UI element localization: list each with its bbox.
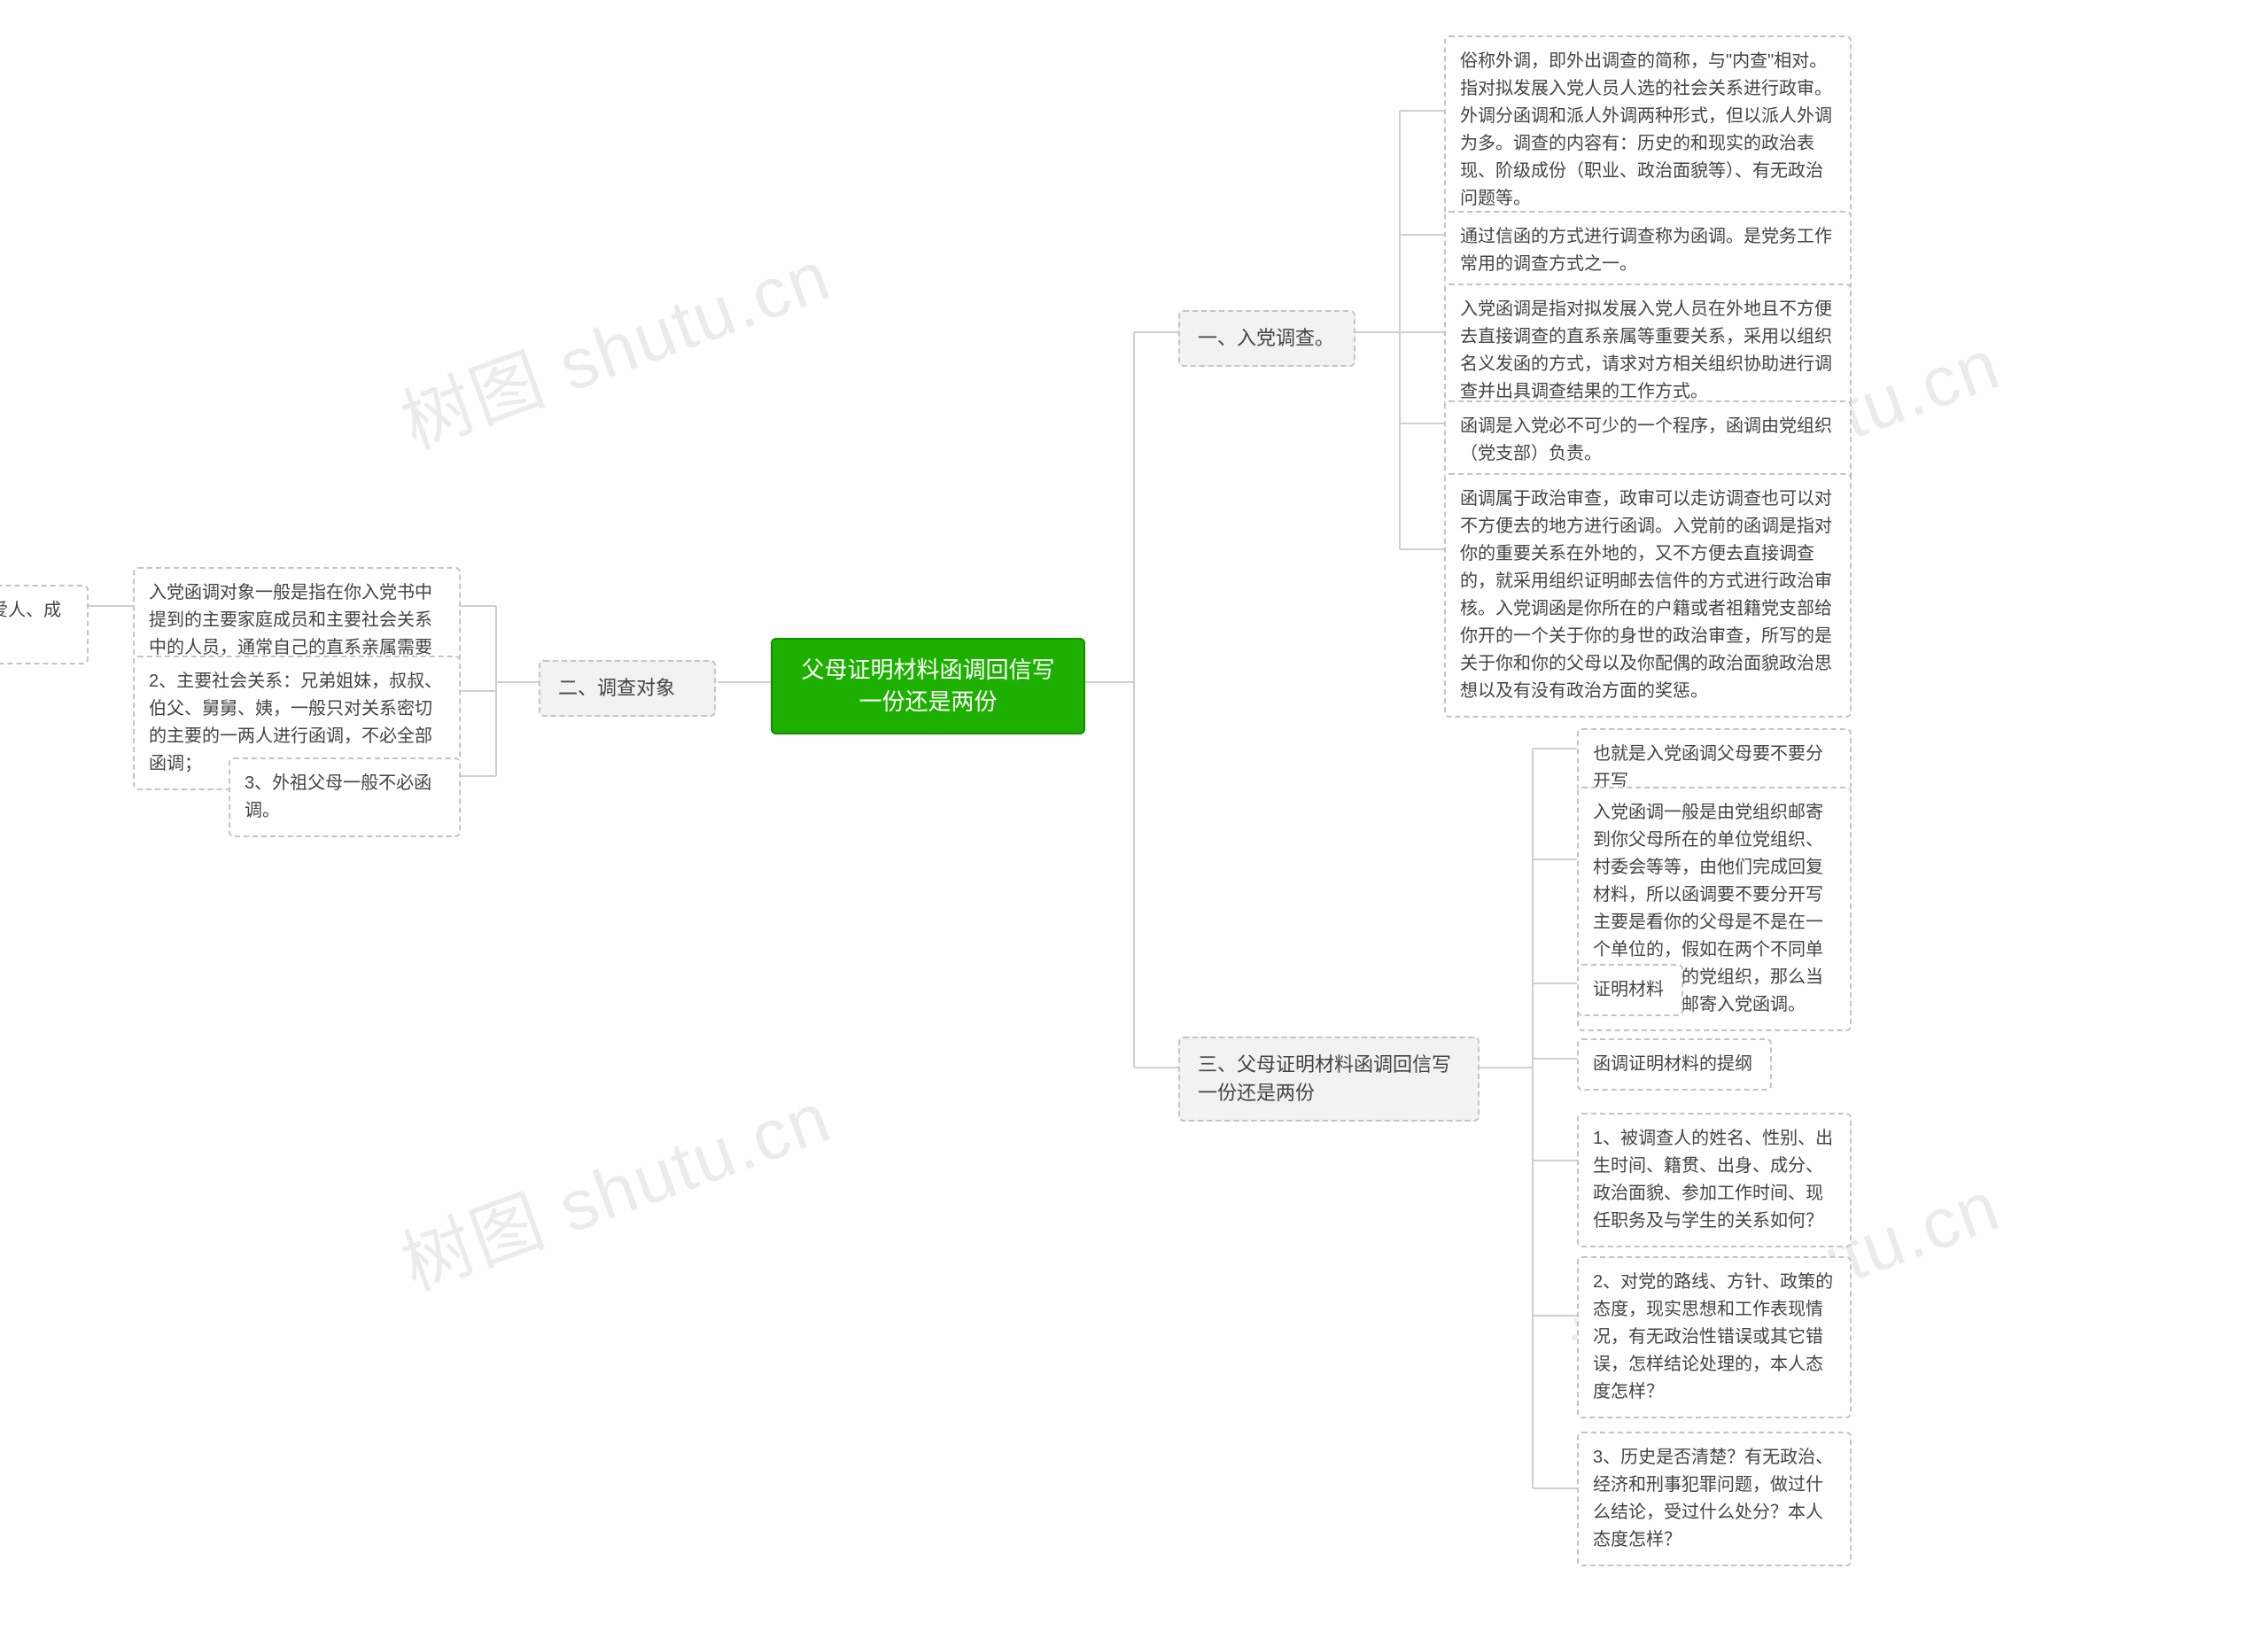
branch-1-leaf-4-text: 函调属于政治审查，政审可以走访调查也可以对不方便去的地方进行函调。入党前的函调是… — [1460, 489, 1832, 701]
branch-1-leaf-0-text: 俗称外调，即外出调查的简称，与"内查"相对。指对拟发展入党人员人选的社会关系进行… — [1460, 51, 1832, 208]
branch-3-leaf-4: 1、被调查人的姓名、性别、出生时间、籍贯、出身、成分、政治面貌、参加工作时间、现… — [1577, 1113, 1852, 1247]
branch-3-leaf-6-text: 3、历史是否清楚？有无政治、经济和刑事犯罪问题，做过什么结论，受过什么处分？本人… — [1593, 1448, 1833, 1549]
branch-1-leaf-2: 入党函调是指对拟发展入党人员在外地且不方便去直接调查的直系亲属等重要关系，采用以… — [1444, 283, 1852, 418]
branch-3-leaf-0-text: 也就是入党函调父母要不要分开写 — [1593, 744, 1823, 791]
branch-3-title: 三、父母证明材料函调回信写一份还是两份 — [1198, 1053, 1451, 1104]
branch-3-leaf-4-text: 1、被调查人的姓名、性别、出生时间、籍贯、出身、成分、政治面貌、参加工作时间、现… — [1593, 1129, 1833, 1231]
branch-1-leaf-1-text: 通过信函的方式进行调查称为函调。是党务工作常用的调查方式之一。 — [1460, 227, 1832, 274]
branch-3: 三、父母证明材料函调回信写一份还是两份 — [1178, 1037, 1480, 1122]
branch-1-leaf-1: 通过信函的方式进行调查称为函调。是党务工作常用的调查方式之一。 — [1444, 211, 1852, 291]
branch-1-leaf-3-text: 函调是入党必不可少的一个程序，函调由党组织（党支部）负责。 — [1460, 416, 1832, 463]
branch-1-title: 一、入党调查。 — [1198, 327, 1334, 349]
branch-2-subleaf: 1、家庭成员：包括父母、爱人、成年子女； — [0, 585, 89, 664]
branch-1-leaf-3: 函调是入党必不可少的一个程序，函调由党组织（党支部）负责。 — [1444, 400, 1852, 480]
branch-3-leaf-6: 3、历史是否清楚？有无政治、经济和刑事犯罪问题，做过什么结论，受过什么处分？本人… — [1577, 1432, 1852, 1566]
center-topic-text: 父母证明材料函调回信写一份还是两份 — [801, 656, 1054, 715]
branch-2-leaf-2: 3、外祖父母一般不必函调。 — [229, 757, 461, 837]
branch-2-subleaf-text: 1、家庭成员：包括父母、爱人、成年子女； — [0, 601, 61, 648]
branch-3-leaf-2-text: 证明材料 — [1593, 980, 1664, 999]
branch-1-leaf-0: 俗称外调，即外出调查的简称，与"内查"相对。指对拟发展入党人员人选的社会关系进行… — [1444, 35, 1852, 225]
branch-3-leaf-3: 函调证明材料的提纲 — [1577, 1038, 1772, 1091]
branch-3-leaf-5-text: 2、对党的路线、方针、政策的态度，现实思想和工作表现情况，有无政治性错误或其它错… — [1593, 1272, 1833, 1402]
branch-1-leaf-4: 函调属于政治审查，政审可以走访调查也可以对不方便去的地方进行函调。入党前的函调是… — [1444, 473, 1852, 718]
branch-3-leaf-5: 2、对党的路线、方针、政策的态度，现实思想和工作表现情况，有无政治性错误或其它错… — [1577, 1256, 1852, 1418]
branch-1-leaf-2-text: 入党函调是指对拟发展入党人员在外地且不方便去直接调查的直系亲属等重要关系，采用以… — [1460, 299, 1832, 401]
branch-1: 一、入党调查。 — [1178, 310, 1355, 367]
watermark: 树图 shutu.cn — [385, 1060, 843, 1310]
branch-3-leaf-2: 证明材料 — [1577, 964, 1683, 1016]
watermark: 树图 shutu.cn — [385, 219, 843, 469]
center-topic: 父母证明材料函调回信写一份还是两份 — [771, 638, 1085, 734]
branch-3-leaf-3-text: 函调证明材料的提纲 — [1593, 1054, 1752, 1074]
branch-2-leaf-2-text: 3、外祖父母一般不必函调。 — [245, 773, 431, 820]
branch-2: 二、调查对象 — [539, 660, 716, 717]
branch-2-title: 二、调查对象 — [558, 677, 675, 699]
